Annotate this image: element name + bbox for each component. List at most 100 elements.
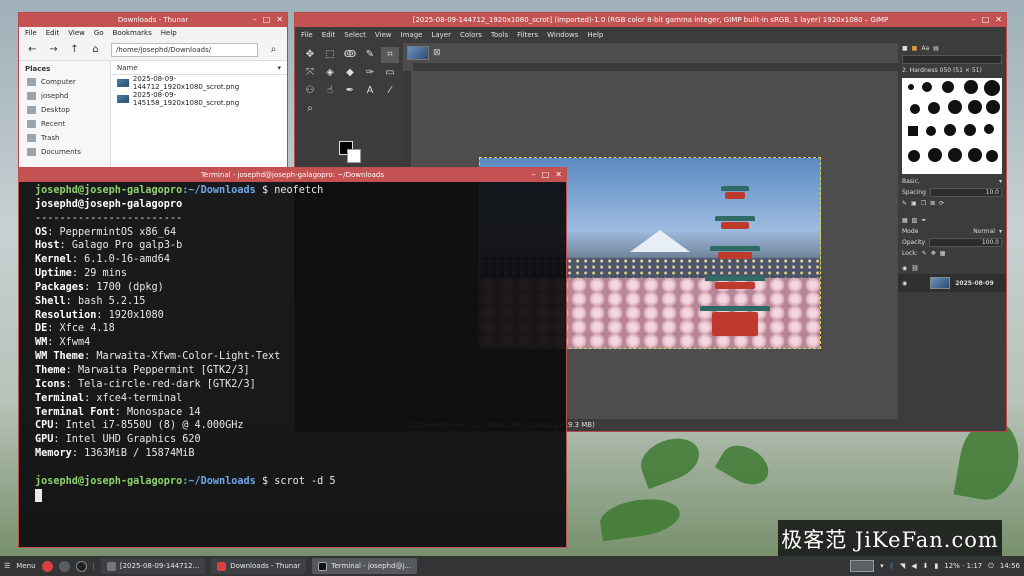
menu-edit[interactable]: Edit — [322, 31, 336, 39]
bucket-fill-icon[interactable]: ◆ — [341, 65, 359, 81]
menu-windows[interactable]: Windows — [547, 31, 578, 39]
menu-view[interactable]: View — [375, 31, 392, 39]
brush-filter-input[interactable] — [902, 55, 1002, 64]
maximize-icon[interactable]: □ — [982, 15, 990, 25]
list-item[interactable]: 2025-08-09-144712_1920x1080_scrot.png — [111, 75, 287, 91]
opacity-input[interactable]: 100.0 — [929, 238, 1002, 247]
task-thunar[interactable]: Downloads - Thunar — [211, 558, 307, 574]
text-tool-icon[interactable]: A — [361, 83, 379, 99]
warp-icon[interactable]: ⤧ — [301, 65, 319, 81]
menu-tools[interactable]: Tools — [491, 31, 508, 39]
fuzzy-select-icon[interactable]: ✎ — [361, 47, 379, 63]
close-tab-icon[interactable]: ⊠ — [433, 48, 441, 58]
cage-icon[interactable]: ◈ — [321, 65, 339, 81]
minimize-icon[interactable]: – — [253, 15, 257, 25]
visibility-icon[interactable]: ◉ — [902, 265, 907, 272]
gimp-titlebar[interactable]: [2025-08-09-144712_1920x1080_scrot] (imp… — [295, 13, 1006, 27]
pattern-tab-icon[interactable]: ■ — [912, 45, 918, 52]
forward-icon[interactable]: → — [48, 44, 59, 55]
visibility-icon[interactable]: ◉ — [902, 280, 907, 287]
background-color[interactable] — [347, 149, 361, 163]
eraser-icon[interactable]: ▭ — [381, 65, 399, 81]
updates-icon[interactable]: ⬇ — [923, 562, 929, 570]
lock-alpha-icon[interactable]: ▦ — [940, 250, 946, 257]
color-picker-icon[interactable]: ⁄ — [381, 83, 399, 99]
menu-layer[interactable]: Layer — [431, 31, 451, 39]
browser-launcher-icon[interactable] — [41, 560, 53, 572]
thunar-titlebar[interactable]: Downloads - Thunar – □ ✕ — [19, 13, 287, 27]
minimize-icon[interactable]: – — [532, 170, 536, 180]
bluetooth-icon[interactable]: ᛒ — [890, 562, 894, 570]
sidebar-item-documents[interactable]: Documents — [19, 145, 110, 159]
terminal-launcher-icon[interactable] — [75, 560, 87, 572]
sidebar-item-home[interactable]: josephd — [19, 89, 110, 103]
volume-icon[interactable]: ◀ — [911, 562, 916, 570]
menu-file[interactable]: File — [301, 31, 313, 39]
menu-filters[interactable]: Filters — [517, 31, 538, 39]
menu-file[interactable]: File — [25, 29, 37, 37]
edit-brush-icon[interactable]: ✎ — [902, 200, 907, 207]
chain-icon[interactable]: ⛓ — [911, 265, 919, 272]
thunar-window[interactable]: Downloads - Thunar – □ ✕ File Edit View Go… — [18, 12, 288, 172]
menu-image[interactable]: Image — [401, 31, 423, 39]
paths-tab-icon[interactable]: ✒ — [921, 217, 926, 224]
menu-view[interactable]: View — [68, 29, 85, 37]
move-tool-icon[interactable]: ✥ — [301, 47, 319, 63]
paths-icon[interactable]: ✒ — [341, 83, 359, 99]
crop-icon[interactable]: ⌗ — [381, 47, 399, 63]
brush-tab-icon[interactable]: ■ — [902, 45, 908, 52]
battery-icon[interactable]: ▮ — [934, 562, 938, 570]
delete-brush-icon[interactable]: ⊠ — [930, 200, 935, 207]
fg-bg-colors[interactable] — [339, 141, 361, 163]
search-icon[interactable]: ⌕ — [268, 44, 279, 55]
menu-edit[interactable]: Edit — [46, 29, 60, 37]
lock-pixels-icon[interactable]: ✎ — [922, 250, 927, 257]
close-icon[interactable]: ✕ — [995, 15, 1002, 25]
lasso-icon[interactable]: ↂ — [341, 47, 359, 63]
maximize-icon[interactable]: □ — [263, 15, 271, 25]
menu-help[interactable]: Help — [161, 29, 177, 37]
up-icon[interactable]: ↑ — [69, 44, 80, 55]
font-tab-icon[interactable]: Aa — [921, 45, 929, 52]
terminal-output[interactable]: josephd@joseph-galagopro:~/Downloads $ n… — [19, 182, 566, 506]
zoom-tool-icon[interactable]: ⌕ — [301, 101, 319, 117]
sidebar-item-recent[interactable]: Recent — [19, 117, 110, 131]
app-menu-icon[interactable]: ☰ — [4, 562, 10, 570]
task-terminal[interactable]: Terminal - josephd@j... — [312, 558, 418, 574]
document-tab-icon[interactable]: ▤ — [933, 45, 939, 52]
files-launcher-icon[interactable] — [58, 560, 70, 572]
sidebar-item-desktop[interactable]: Desktop — [19, 103, 110, 117]
refresh-icon[interactable]: ⟳ — [939, 200, 944, 207]
close-icon[interactable]: ✕ — [276, 15, 283, 25]
network-icon[interactable]: ◥ — [900, 562, 905, 570]
smudge-icon[interactable]: ☝ — [321, 83, 339, 99]
sidebar-item-computer[interactable]: Computer — [19, 75, 110, 89]
lock-position-icon[interactable]: ✥ — [931, 250, 936, 257]
close-icon[interactable]: ✕ — [555, 170, 562, 180]
back-icon[interactable]: ← — [27, 44, 38, 55]
task-gimp[interactable]: [2025-08-09-144712... — [100, 558, 206, 574]
image-tab-thumbnail[interactable] — [407, 46, 429, 60]
power-icon[interactable]: ⏻ — [988, 562, 994, 571]
clone-icon[interactable]: ⚇ — [301, 83, 319, 99]
new-brush-icon[interactable]: ▣ — [911, 200, 917, 207]
menu-select[interactable]: Select — [344, 31, 366, 39]
maximize-icon[interactable]: □ — [542, 170, 550, 180]
clock[interactable]: 14:56 — [1000, 562, 1020, 570]
layers-tab-icon[interactable]: ▦ — [902, 217, 908, 224]
rect-select-icon[interactable]: ⬚ — [321, 47, 339, 63]
sidebar-item-trash[interactable]: Trash — [19, 131, 110, 145]
duplicate-brush-icon[interactable]: ❐ — [921, 200, 926, 207]
brush-grid[interactable] — [902, 78, 1002, 174]
workspace-icon[interactable] — [850, 560, 875, 572]
menu-go[interactable]: Go — [94, 29, 104, 37]
menu-colors[interactable]: Colors — [460, 31, 482, 39]
spacing-input[interactable]: 10.0 — [929, 188, 1002, 197]
layer-item[interactable]: ◉ 2025-08-09 — [898, 274, 1006, 292]
app-menu-button[interactable]: Menu — [16, 562, 35, 570]
menu-help[interactable]: Help — [587, 31, 603, 39]
terminal-titlebar[interactable]: Terminal - josephd@joseph-galagopro: ~/D… — [19, 168, 566, 182]
home-icon[interactable]: ⌂ — [90, 44, 101, 55]
column-header-name[interactable]: Name ▾ — [111, 61, 287, 75]
list-item[interactable]: 2025-08-09-145158_1920x1080_scrot.png — [111, 91, 287, 107]
